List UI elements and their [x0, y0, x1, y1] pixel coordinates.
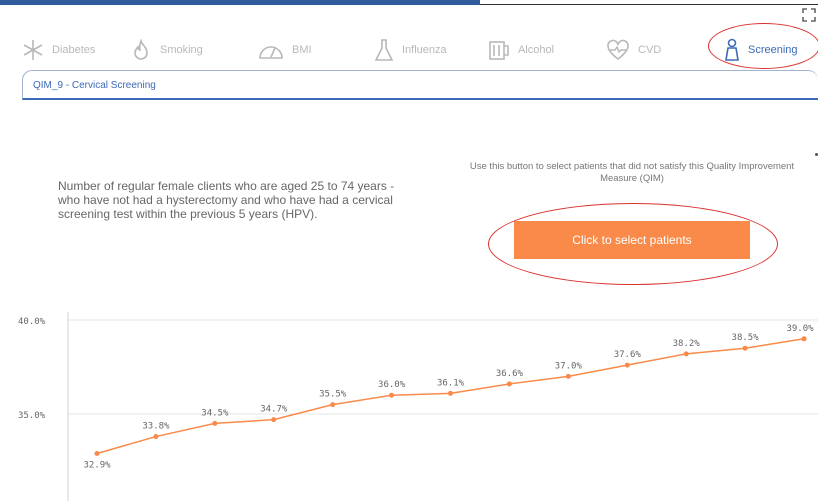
y-tick-label: 35.0% — [18, 411, 46, 421]
data-point — [94, 450, 100, 456]
subtab-label: QIM_9 - Cervical Screening — [33, 80, 156, 91]
tab-diabetes[interactable]: Diabetes — [22, 30, 95, 70]
qim-trend-chart: 40.0% 35.0% 32.9% 33.8% 34.5% 34.7% 35.5% 36.0… — [18, 312, 818, 501]
data-point — [565, 373, 571, 379]
flame-icon — [130, 39, 152, 61]
data-label: 38.5% — [732, 333, 760, 343]
data-label: 36.0% — [378, 380, 406, 390]
glass-icon — [488, 39, 510, 61]
y-tick-label: 40.0% — [18, 317, 46, 327]
data-label: 35.5% — [319, 390, 347, 400]
data-label: 32.9% — [83, 460, 111, 470]
data-point — [448, 390, 453, 396]
data-point — [389, 392, 395, 398]
data-point — [801, 336, 807, 342]
data-label: 38.2% — [673, 339, 701, 349]
tab-influenza[interactable]: Influenza — [374, 30, 447, 70]
flask-icon — [374, 38, 394, 62]
top-divider — [480, 4, 818, 5]
top-accent-bar — [0, 0, 480, 5]
select-patients-button[interactable]: Click to select patients — [514, 221, 750, 259]
expand-icon[interactable] — [802, 8, 816, 22]
chart-line-layer — [94, 336, 807, 456]
select-instruction: Use this button to select patients that … — [469, 161, 795, 184]
data-point — [683, 351, 689, 357]
gauge-icon — [258, 39, 284, 61]
tab-label: Alcohol — [518, 44, 555, 56]
tab-label: BMI — [292, 44, 312, 56]
measure-description: Number of regular female clients who are… — [58, 179, 395, 221]
tab-alcohol[interactable]: Alcohol — [488, 30, 554, 70]
chart-data-labels: 32.9% 33.8% 34.5% 34.7% 35.5% 36.0% 36.1% 36.6%… — [83, 324, 814, 471]
data-point — [506, 381, 512, 387]
series-line — [96, 338, 805, 455]
tab-label: CVD — [638, 44, 662, 56]
asterisk-icon — [22, 39, 44, 61]
tab-smoking[interactable]: Smoking — [130, 30, 203, 70]
top-bar — [0, 0, 818, 8]
tab-label: Influenza — [402, 44, 447, 56]
chart-axis: 40.0% 35.0% — [18, 312, 69, 501]
data-label: 34.5% — [201, 408, 229, 418]
data-label: 36.6% — [496, 369, 524, 379]
tab-screening[interactable]: Screening — [724, 30, 798, 70]
person-icon — [724, 38, 740, 62]
tab-label: Diabetes — [52, 44, 96, 56]
chart-gridlines — [68, 319, 818, 415]
data-label: 37.6% — [614, 350, 642, 360]
data-label: 33.8% — [142, 422, 170, 432]
data-label: 37.0% — [555, 361, 583, 371]
data-point — [624, 362, 630, 368]
tab-cvd[interactable]: CVD — [606, 30, 661, 70]
tab-label: Smoking — [160, 44, 203, 56]
data-point — [271, 417, 277, 423]
data-point — [153, 434, 159, 440]
data-label: 36.1% — [437, 378, 465, 388]
data-label: 39.0% — [786, 324, 814, 334]
tab-label: Screening — [748, 44, 798, 56]
data-point — [330, 402, 336, 408]
data-point — [742, 345, 748, 351]
heart-pulse-icon — [606, 39, 630, 61]
data-point — [212, 420, 218, 426]
subtab-qim9[interactable]: QIM_9 - Cervical Screening — [22, 70, 818, 100]
category-tabs: Diabetes Smoking BMI Influenza Alcohol C… — [0, 30, 818, 70]
tab-bmi[interactable]: BMI — [258, 30, 312, 70]
data-label: 34.7% — [260, 405, 288, 415]
